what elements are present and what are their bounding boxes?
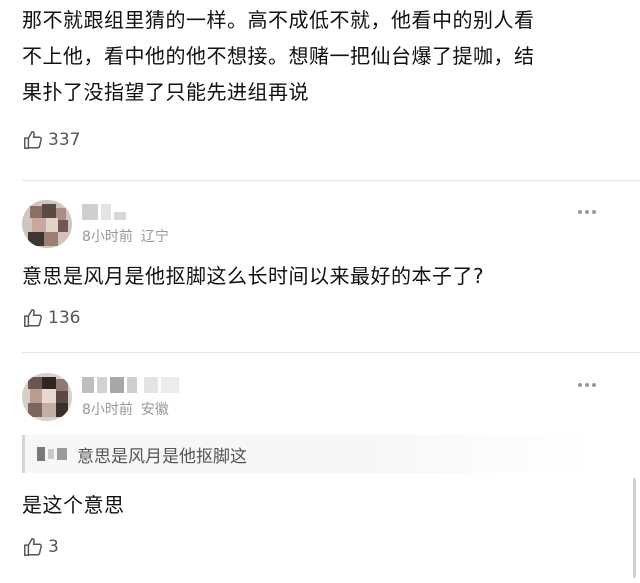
- username-blurred[interactable]: [82, 200, 169, 224]
- comment-time: 8小时前: [82, 402, 133, 418]
- like-button[interactable]: 3: [22, 535, 618, 559]
- comment-item: 那不就跟组里猜的一样。高不成低不就，他看中的别人看 不上他，看中他的他不想接。想…: [0, 2, 640, 152]
- comment-text-line: 不上他，看中他的他不想接。想赌一把仙台爆了提咖，结: [22, 44, 535, 68]
- divider: [22, 352, 640, 353]
- comment-time-location: 8小时前 辽宁: [82, 226, 169, 246]
- comment-item: 8小时前 辽宁 意思是风月是他抠脚这么长时间以来最好的本子了? 136: [0, 200, 640, 330]
- quote-text: 意思是风月是他抠脚这: [77, 446, 247, 467]
- comment-feed: 那不就跟组里猜的一样。高不成低不就，他看中的别人看 不上他，看中他的他不想接。想…: [0, 0, 640, 583]
- comment-text: 意思是风月是他抠脚这么长时间以来最好的本子了?: [22, 264, 485, 288]
- comment-header: 8小时前 辽宁: [22, 200, 618, 252]
- comment-text-line: 那不就跟组里猜的一样。高不成低不就，他看中的别人看: [22, 8, 535, 32]
- like-count: 3: [48, 537, 59, 557]
- more-dots-icon[interactable]: [578, 383, 596, 387]
- scrollbar[interactable]: [633, 478, 636, 578]
- comment-header: 8小时前 安徽: [22, 373, 618, 425]
- comment-meta: 8小时前 安徽: [82, 373, 179, 419]
- comment-text: 那不就跟组里猜的一样。高不成低不就，他看中的别人看 不上他，看中他的他不想接。想…: [22, 2, 618, 110]
- more-dots-icon[interactable]: [578, 210, 596, 214]
- like-button[interactable]: 337: [22, 128, 618, 152]
- comment-time: 8小时前: [82, 229, 133, 245]
- avatar[interactable]: [22, 373, 72, 421]
- quote-author-blurred: [37, 447, 67, 461]
- like-button[interactable]: 136: [22, 306, 618, 330]
- comment-location: 辽宁: [140, 229, 169, 245]
- divider: [22, 180, 640, 181]
- like-count: 136: [48, 308, 81, 328]
- comment-text: 是这个意思: [22, 493, 125, 517]
- comment-meta: 8小时前 辽宁: [82, 200, 169, 246]
- thumbs-up-icon: [24, 538, 42, 556]
- comment-text-line: 果扑了没指望了只能先进组再说: [22, 80, 309, 104]
- comment-item: 8小时前 安徽 意思是风月是他抠脚这 是这个意思 3: [0, 373, 640, 559]
- avatar[interactable]: [22, 200, 72, 248]
- reply-quote[interactable]: 意思是风月是他抠脚这: [22, 435, 596, 473]
- username-blurred[interactable]: [82, 373, 179, 397]
- comment-time-location: 8小时前 安徽: [82, 399, 179, 419]
- thumbs-up-icon: [24, 131, 42, 149]
- like-count: 337: [48, 130, 81, 150]
- comment-location: 安徽: [140, 402, 169, 418]
- thumbs-up-icon: [24, 309, 42, 327]
